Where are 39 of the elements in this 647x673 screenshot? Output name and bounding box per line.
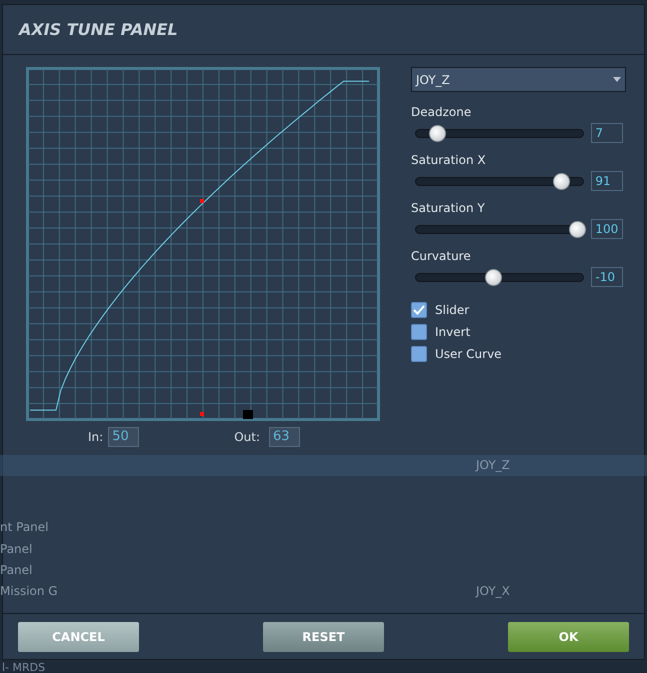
in-label: In: bbox=[88, 429, 104, 446]
slider-thumb[interactable] bbox=[428, 124, 446, 142]
axis-dropdown[interactable]: JOY_Z bbox=[411, 67, 626, 92]
in-value-field[interactable]: 50 bbox=[108, 427, 140, 447]
slider[interactable] bbox=[413, 172, 586, 190]
slider-label: Saturation Y bbox=[411, 201, 486, 215]
window-title: AXIS TUNE PANEL bbox=[19, 18, 178, 40]
checkbox[interactable] bbox=[411, 324, 427, 340]
checkbox-label: Invert bbox=[435, 324, 470, 341]
slider-thumb[interactable] bbox=[552, 172, 570, 190]
slider[interactable] bbox=[413, 220, 586, 238]
background-list-text: Panel bbox=[0, 562, 32, 579]
out-value-field[interactable]: 63 bbox=[269, 427, 300, 447]
background-list-text: JOY_X bbox=[476, 583, 510, 600]
background-list-text: Panel bbox=[0, 541, 32, 558]
background-list-text: JOY_Z bbox=[476, 457, 510, 474]
background-list-text: Mission G bbox=[0, 583, 58, 600]
value-field[interactable]: 100 bbox=[591, 219, 623, 239]
out-label: Out: bbox=[234, 429, 260, 446]
reset-button[interactable]: RESET bbox=[263, 622, 384, 652]
checkbox-label: User Curve bbox=[435, 346, 502, 363]
slider-label: Curvature bbox=[411, 249, 472, 263]
value-field[interactable]: 91 bbox=[591, 171, 623, 191]
value-field[interactable]: -10 bbox=[591, 267, 623, 287]
checkbox[interactable] bbox=[411, 302, 427, 318]
slider-thumb[interactable] bbox=[484, 268, 502, 286]
slider[interactable] bbox=[413, 268, 586, 286]
slider-label: Deadzone bbox=[411, 105, 472, 119]
ok-button[interactable]: OK bbox=[508, 622, 629, 652]
background-list-text: nt Panel bbox=[0, 519, 48, 536]
dropdown-arrow-icon bbox=[613, 77, 621, 82]
slider-thumb[interactable] bbox=[568, 220, 586, 238]
slider-label: Saturation X bbox=[411, 153, 487, 167]
checkbox[interactable] bbox=[411, 346, 427, 362]
value-field[interactable]: 7 bbox=[591, 123, 623, 143]
checkmark-icon bbox=[413, 305, 425, 315]
slider[interactable] bbox=[413, 124, 586, 142]
checkbox-label: Slider bbox=[435, 302, 470, 319]
background-list-text: l- MRDS bbox=[2, 662, 46, 673]
